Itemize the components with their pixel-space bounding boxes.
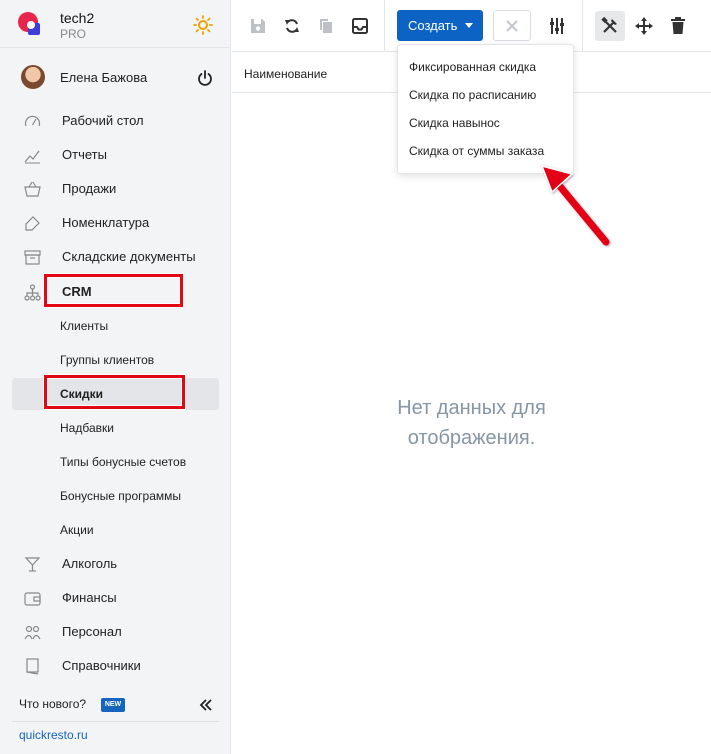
- sidebar-item-crm[interactable]: CRM: [0, 276, 231, 308]
- submenu-item-promotions[interactable]: Акции: [0, 514, 231, 546]
- wallet-icon: [24, 592, 41, 606]
- trash-icon: [671, 17, 685, 34]
- account-name: tech2: [60, 10, 95, 26]
- sidebar-item-reports[interactable]: Отчеты: [0, 139, 231, 171]
- menu-item-label: Фиксированная скидка: [409, 60, 537, 74]
- sidebar-item-sales[interactable]: Продажи: [0, 173, 231, 205]
- sidebar-item-label: Продажи: [62, 181, 117, 196]
- save-icon: [251, 19, 265, 33]
- collapse-sidebar-icon[interactable]: [198, 697, 214, 713]
- delete-button[interactable]: [664, 12, 692, 40]
- app-window: tech2 PRO Елена Бажова Рабочий стол Отче…: [0, 0, 711, 754]
- inbox-icon: [352, 18, 368, 34]
- submenu-item-bonus-account-types[interactable]: Типы бонусные счетов: [0, 446, 231, 478]
- submenu-item-label: Группы клиентов: [60, 353, 155, 367]
- toolbar-divider: [384, 0, 385, 52]
- create-dropdown-menu: Фиксированная скидка Скидка по расписани…: [397, 44, 574, 174]
- close-icon: [506, 19, 518, 32]
- book-icon: [26, 658, 39, 675]
- sidebar-item-label: Номенклатура: [62, 215, 150, 230]
- sidebar-item-label: Рабочий стол: [62, 113, 144, 128]
- move-icon: [635, 17, 653, 35]
- sidebar: tech2 PRO Елена Бажова Рабочий стол Отче…: [0, 0, 231, 754]
- sidebar-item-alcohol[interactable]: Алкоголь: [0, 548, 231, 580]
- submenu-item-label: Скидки: [60, 387, 104, 401]
- whats-new-link[interactable]: Что нового?: [19, 697, 86, 711]
- chevron-down-icon: [465, 23, 473, 28]
- sidebar-item-directories[interactable]: Справочники: [0, 650, 231, 682]
- website-link[interactable]: quickresto.ru: [19, 728, 88, 742]
- tools-icon: [601, 17, 617, 33]
- sliders-icon: [550, 18, 564, 34]
- plan-label: PRO: [60, 27, 87, 41]
- menu-item-fixed-discount[interactable]: Фиксированная скидка: [398, 53, 573, 81]
- submenu-item-discounts[interactable]: Скидки: [12, 378, 219, 410]
- toolbar-divider: [582, 0, 583, 52]
- submenu-item-clients[interactable]: Клиенты: [0, 310, 231, 342]
- save-button[interactable]: [244, 12, 272, 40]
- column-header-name[interactable]: Наименование: [244, 67, 327, 81]
- people-icon: [24, 625, 41, 640]
- avatar[interactable]: [21, 65, 45, 89]
- sidebar-item-finance[interactable]: Финансы: [0, 582, 231, 614]
- tools-button[interactable]: [595, 11, 625, 41]
- empty-state-message: Нет данных для отображения.: [232, 393, 711, 453]
- create-button-label: Создать: [408, 18, 458, 33]
- menu-item-label: Скидка от суммы заказа: [409, 144, 545, 158]
- create-button[interactable]: Создать: [397, 10, 483, 41]
- footer-divider: [12, 721, 219, 722]
- reports-icon: [24, 150, 40, 164]
- submenu-item-label: Надбавки: [60, 421, 114, 435]
- sidebar-item-label: CRM: [62, 284, 92, 299]
- move-button[interactable]: [630, 12, 658, 40]
- sidebar-item-label: Алкоголь: [62, 556, 118, 571]
- glass-icon: [24, 557, 41, 572]
- sidebar-item-nomenclature[interactable]: Номенклатура: [0, 207, 231, 239]
- submenu-item-label: Клиенты: [60, 319, 109, 333]
- submenu-item-client-groups[interactable]: Группы клиентов: [0, 344, 231, 376]
- menu-item-scheduled-discount[interactable]: Скидка по расписанию: [398, 81, 573, 109]
- empty-state-line-1: Нет данных для: [397, 397, 546, 419]
- empty-state-line-2: отображения.: [407, 427, 536, 449]
- sidebar-item-warehouse-docs[interactable]: Складские документы: [0, 241, 231, 273]
- sidebar-item-staff[interactable]: Персонал: [0, 616, 231, 648]
- user-name: Елена Бажова: [60, 70, 148, 85]
- refresh-button[interactable]: [278, 12, 306, 40]
- app-logo: [18, 12, 40, 35]
- submenu-item-surcharges[interactable]: Надбавки: [0, 412, 231, 444]
- cancel-button[interactable]: [493, 10, 531, 41]
- org-chart-icon: [24, 284, 41, 301]
- user-row: Елена Бажова: [0, 60, 231, 96]
- sidebar-item-label: Персонал: [62, 624, 122, 639]
- sun-icon[interactable]: [193, 15, 213, 35]
- power-icon[interactable]: [196, 69, 214, 87]
- copy-button[interactable]: [312, 12, 340, 40]
- menu-item-label: Скидка навынос: [409, 116, 500, 130]
- archive-icon: [24, 250, 41, 265]
- menu-item-order-total-discount[interactable]: Скидка от суммы заказа: [398, 137, 573, 165]
- submenu-item-bonus-programs[interactable]: Бонусные программы: [0, 480, 231, 512]
- copy-icon: [320, 19, 332, 33]
- menu-item-takeaway-discount[interactable]: Скидка навынос: [398, 109, 573, 137]
- brand-header: tech2 PRO: [0, 0, 231, 48]
- dashboard-icon: [24, 115, 41, 127]
- sidebar-item-label: Отчеты: [62, 147, 107, 162]
- sidebar-item-label: Складские документы: [62, 249, 196, 264]
- menu-item-label: Скидка по расписанию: [409, 88, 537, 102]
- columns-settings-button[interactable]: [543, 12, 571, 40]
- tag-icon: [25, 216, 40, 231]
- basket-icon: [24, 181, 41, 197]
- inbox-button[interactable]: [346, 12, 374, 40]
- sidebar-item-label: Справочники: [62, 658, 141, 673]
- sidebar-item-dashboard[interactable]: Рабочий стол: [0, 105, 231, 137]
- submenu-item-label: Типы бонусные счетов: [60, 455, 187, 469]
- refresh-icon: [285, 19, 299, 33]
- submenu-item-label: Бонусные программы: [60, 489, 181, 503]
- new-badge: NEW: [101, 698, 125, 712]
- submenu-item-label: Акции: [60, 523, 94, 537]
- sidebar-item-label: Финансы: [62, 590, 117, 605]
